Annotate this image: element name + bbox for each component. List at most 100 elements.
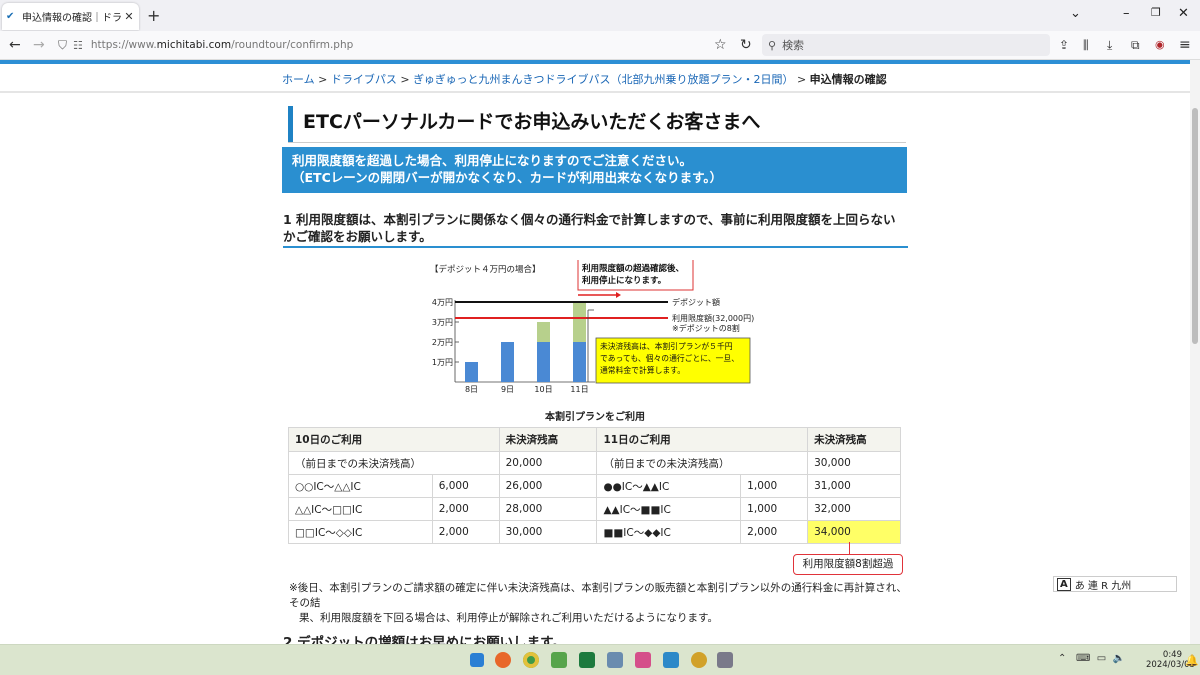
start-windows-icon[interactable]: [470, 653, 484, 667]
chrome-icon[interactable]: [523, 652, 539, 668]
section-2-heading: 2 デポジットの増額はお早めにお願いします。: [283, 635, 566, 644]
table-cell: ▲▲IC～■■IC: [596, 497, 742, 521]
extensions-icon[interactable]: ⧉: [1131, 36, 1140, 54]
table-cell: 2,000: [740, 520, 809, 544]
speaker-icon[interactable]: 🔈: [1113, 653, 1125, 664]
table-cell: （前日までの未決済残高）: [596, 451, 809, 475]
back-arrow-icon[interactable]: ←: [9, 36, 21, 54]
store-icon[interactable]: [663, 652, 679, 668]
bar: [573, 302, 586, 342]
search-icon: ⚲: [768, 38, 777, 52]
table-cell: 未決済残高: [807, 427, 901, 452]
menu-icon[interactable]: ≡: [1179, 36, 1191, 54]
browser-tab-bar: ✔ 申込情報の確認｜ドライブ旅行な ✕ + ⌄ – ❐ ✕: [0, 0, 1200, 31]
breadcrumb: ホーム > ドライブパス > ぎゅぎゅっと九州まんきつドライブパス（北部九州乗り…: [282, 71, 887, 87]
breadcrumb-separator: >: [796, 73, 807, 86]
x-tick-label: 10日: [534, 385, 552, 394]
search-box[interactable]: ⚲ 検索: [762, 34, 1050, 56]
reload-icon[interactable]: ↻: [740, 36, 752, 54]
downloads-icon[interactable]: ⤓: [1107, 36, 1112, 54]
footnote: ※後日、本割引プランのご請求額の確定に伴い未決済残高は、本割引プランの販売額と本…: [289, 581, 909, 626]
pocket-icon[interactable]: ⇪: [1059, 36, 1069, 54]
taskbar: ⌃ ⌨ ▭ 🔈 0:49 2024/03/05 🔔: [0, 644, 1200, 675]
x-tick-label: 9日: [501, 385, 514, 394]
firefox-icon[interactable]: [495, 652, 511, 668]
library-icon[interactable]: ⫼: [1083, 36, 1089, 54]
table-cell: 30,000: [498, 520, 598, 544]
notepad-icon[interactable]: [607, 652, 623, 668]
table-cell: 未決済残高: [498, 427, 598, 452]
page-title: ETCパーソナルカードでお申込みいただくお客さまへ: [288, 106, 906, 142]
system-tray[interactable]: ⌃ ⌨ ▭ 🔈: [1058, 653, 1125, 664]
ime-toolbar[interactable]: A あ 連 R 九州: [1053, 576, 1177, 592]
restore-icon[interactable]: ❐: [1151, 6, 1161, 19]
y-tick-label: 2万円: [432, 338, 453, 347]
excel-icon[interactable]: [579, 652, 595, 668]
ime-logo-icon: A: [1057, 577, 1071, 591]
note-callout-text: であっても、個々の通行ごとに、一旦、: [600, 353, 739, 363]
scrollbar-thumb[interactable]: [1192, 108, 1198, 344]
table-cell: 32,000: [807, 497, 901, 521]
battery-icon[interactable]: ▭: [1097, 653, 1106, 664]
breadcrumb-home-link[interactable]: ホーム: [282, 73, 315, 86]
addon-icon[interactable]: ◉: [1155, 36, 1165, 54]
note-callout-text: 未決済残高は、本割引プランが５千円: [600, 341, 733, 351]
breadcrumb-separator: >: [400, 73, 410, 86]
close-tab-icon[interactable]: ✕: [123, 10, 135, 23]
breadcrumb-drivepass-link[interactable]: ドライブパス: [331, 73, 397, 86]
breadcrumb-divider: [0, 91, 1190, 93]
bar: [573, 342, 586, 382]
new-tab-button[interactable]: +: [147, 6, 160, 25]
table-cell: □□IC～◇◇IC: [288, 520, 433, 544]
table-cell: 34,000: [807, 520, 901, 544]
table-cell: ■■IC～◆◆IC: [596, 520, 742, 544]
page-viewport: ホーム > ドライブパス > ぎゅぎゅっと九州まんきつドライブパス（北部九州乗り…: [0, 60, 1190, 644]
minimize-icon[interactable]: –: [1123, 6, 1130, 21]
table-row: △△IC～□□IC 2,000 28,000 ▲▲IC～■■IC 1,000 32,000: [288, 497, 901, 521]
navigation-toolbar: ← → ⛉ ☷ https://www. michitabi.com/roundt…: [0, 31, 1200, 60]
tab-list-chevron-icon[interactable]: ⌄: [1070, 6, 1081, 21]
warning-banner: 利用限度額を超過した場合、利用停止になりますのでご注意ください。 （ETCレーン…: [282, 147, 907, 193]
deposit-chart: 【デポジット４万円の場合】 1万円 2万円 3万円 4万円 8日 9日 10日 11日 デポジット…: [430, 260, 754, 394]
address-bar[interactable]: ⛉ ☷ https://www. michitabi.com/roundtour/…: [50, 34, 760, 56]
title-underline: [288, 142, 906, 143]
browser-tab[interactable]: ✔ 申込情報の確認｜ドライブ旅行な ✕: [2, 3, 139, 30]
url-path: /roundtour/confirm.php: [231, 39, 354, 51]
badge-pointer: [849, 542, 850, 554]
app-icon[interactable]: [691, 652, 707, 668]
url-prefix: https://www.: [90, 39, 157, 51]
table-cell: 20,000: [498, 451, 598, 475]
table-cell: 30,000: [807, 451, 901, 475]
limit-callout-text: 利用停止になります。: [581, 275, 666, 286]
clock[interactable]: 0:49 2024/03/05: [1146, 650, 1195, 670]
bookmark-star-icon[interactable]: ☆: [714, 36, 727, 54]
search-placeholder: 検索: [782, 39, 805, 52]
table-cell: 1,000: [740, 474, 809, 498]
keyboard-icon[interactable]: ⌨: [1076, 653, 1090, 664]
table-cell: ○○IC～△△IC: [288, 474, 433, 498]
breadcrumb-plan-link[interactable]: ぎゅぎゅっと九州まんきつドライブパス（北部九州乗り放題プラン・2日間）: [413, 73, 793, 86]
url-host: michitabi.com: [156, 39, 232, 51]
notification-bell-icon[interactable]: 🔔: [1185, 654, 1199, 667]
clock-time: 0:49: [1162, 650, 1182, 660]
shield-icon[interactable]: ⛉: [58, 38, 67, 53]
warning-line-1: 利用限度額を超過した場合、利用停止になりますのでご注意ください。: [292, 153, 693, 168]
table-caption: 本割引プランをご利用: [545, 412, 645, 423]
table-cell: 6,000: [431, 474, 500, 498]
photos-icon[interactable]: [551, 652, 567, 668]
window-close-icon[interactable]: ✕: [1178, 6, 1189, 21]
y-tick-label: 3万円: [432, 318, 453, 327]
reference-sublabel: ※デポジットの8割: [672, 323, 740, 333]
warning-line-2: （ETCレーンの開閉バーが開かなくなり、カードが利用出来なくなります。）: [292, 170, 723, 185]
table-cell: 2,000: [431, 497, 500, 521]
table-cell: 2,000: [431, 520, 500, 544]
chevron-up-icon[interactable]: ⌃: [1058, 653, 1066, 664]
vertical-scrollbar[interactable]: [1190, 60, 1200, 644]
forward-arrow-icon[interactable]: →: [33, 36, 45, 54]
media-icon[interactable]: [635, 652, 651, 668]
y-tick-label: 1万円: [432, 358, 453, 367]
tool-icon[interactable]: [717, 652, 733, 668]
footnote-line-2: 果、利用限度額を下回る場合は、利用停止が解除されご利用いただけるようになります。: [299, 612, 718, 624]
bar: [465, 362, 478, 382]
page-info-icon[interactable]: ☷: [73, 39, 83, 52]
